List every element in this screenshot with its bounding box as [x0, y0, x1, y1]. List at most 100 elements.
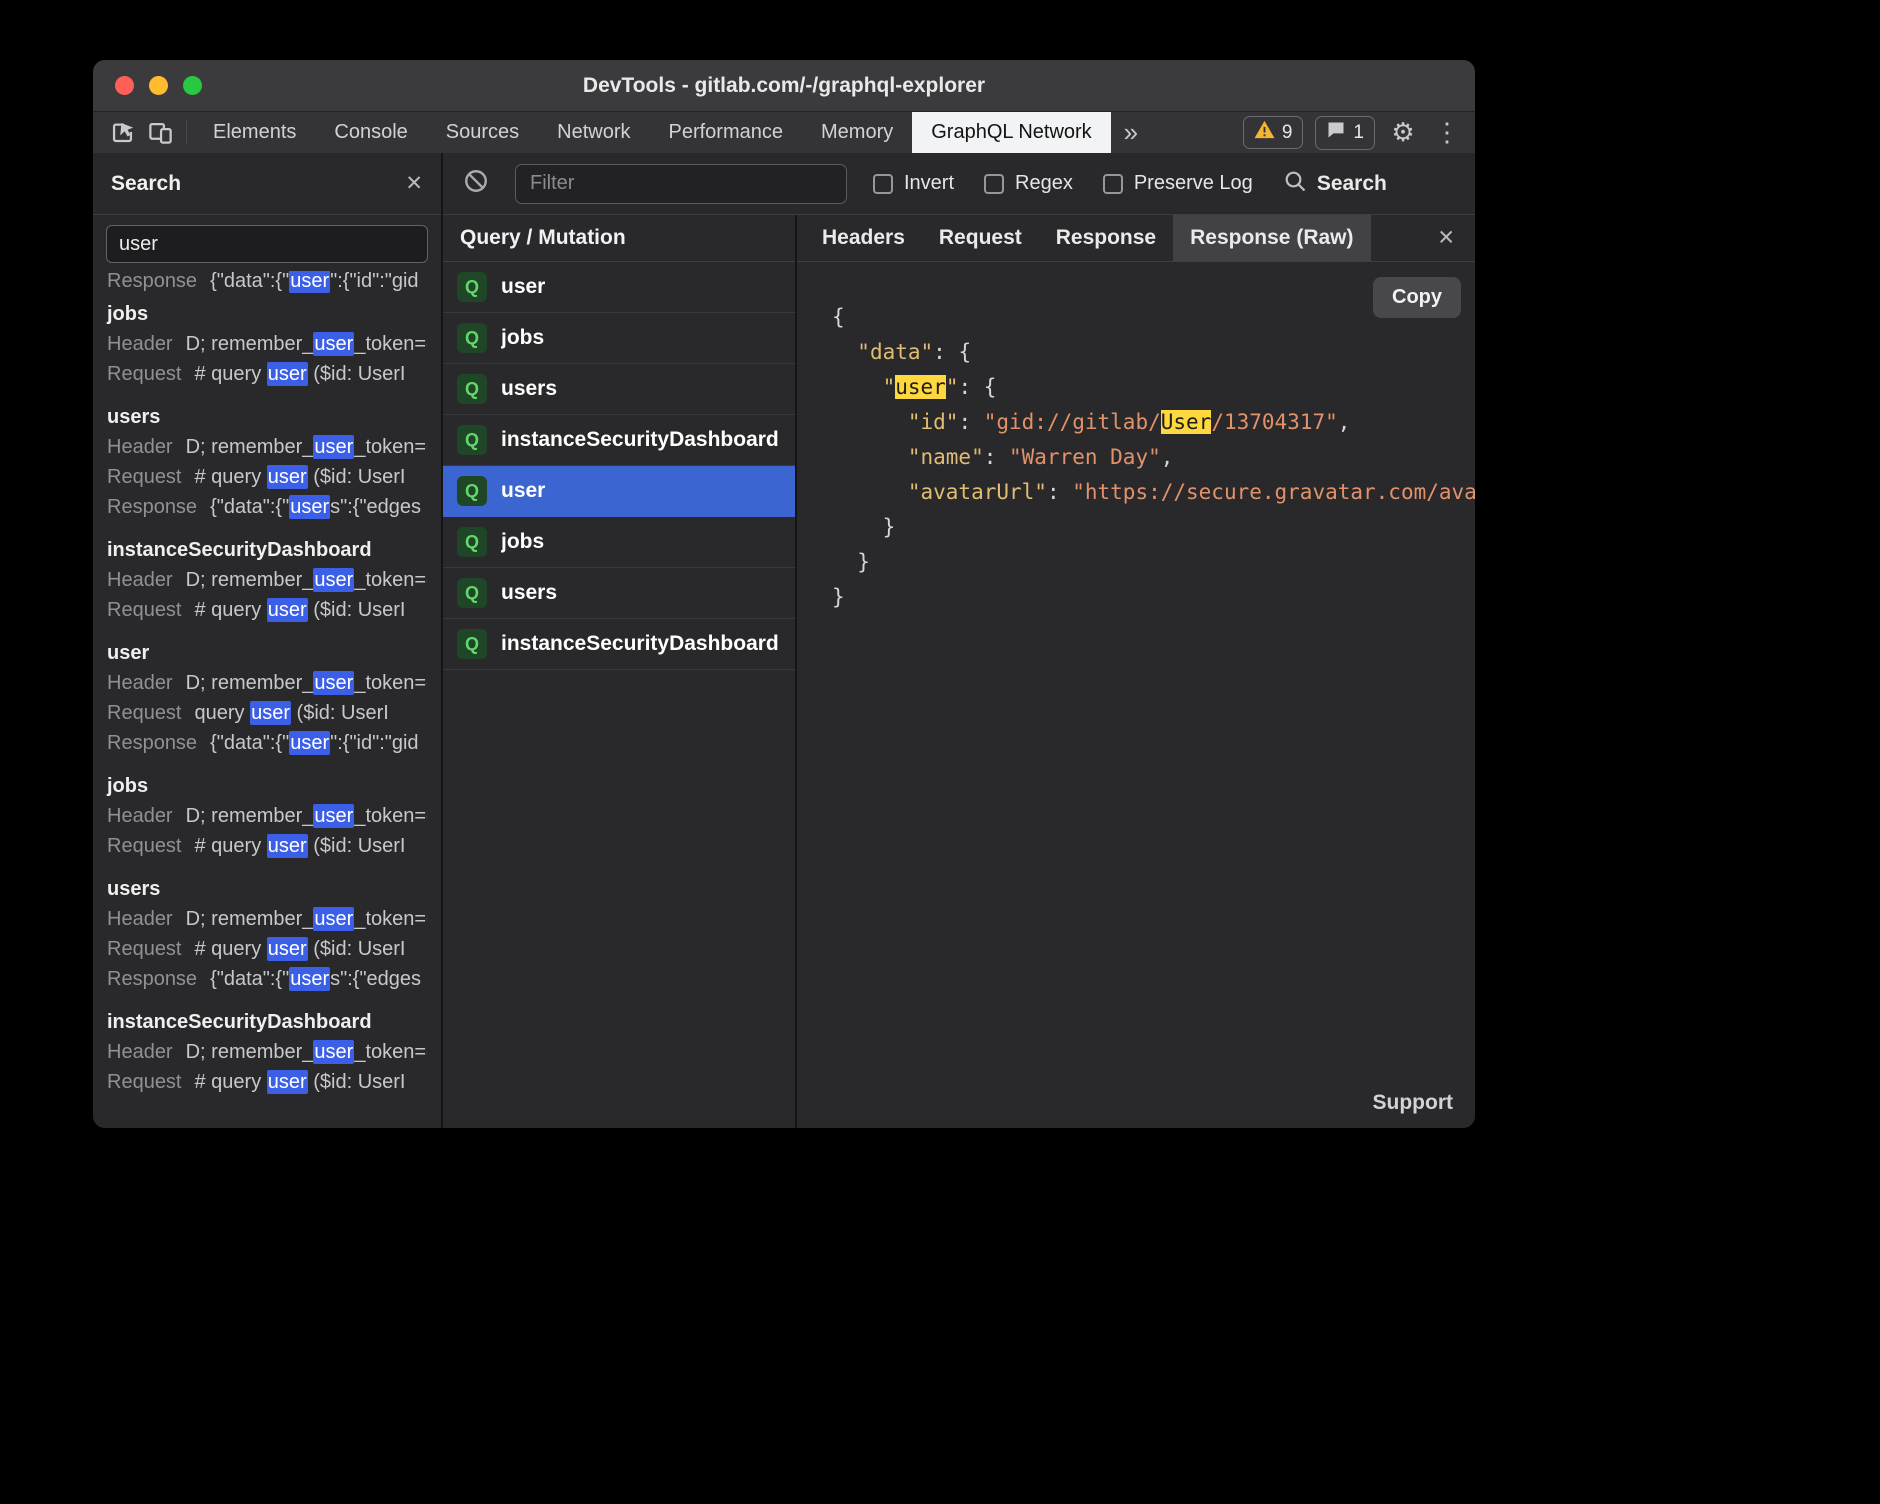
search-result-title[interactable]: instanceSecurityDashboard [107, 1007, 427, 1037]
search-match-highlight: user [313, 907, 354, 931]
code-token: : [984, 445, 1009, 469]
checkbox-box-preserve-log[interactable] [1103, 174, 1123, 194]
search-line-label: Header [107, 672, 173, 694]
support-link[interactable]: Support [1373, 1091, 1453, 1115]
search-result-line[interactable]: Request# query user ($id: UserI [107, 595, 427, 625]
query-list-item-jobs[interactable]: Qjobs [443, 313, 795, 364]
search-result-line[interactable]: HeaderD; remember_user_token=e [107, 904, 427, 934]
tab-network[interactable]: Network [538, 112, 649, 153]
more-options-icon[interactable]: ⋮ [1431, 117, 1463, 148]
close-detail-icon[interactable]: ✕ [1437, 226, 1455, 251]
copy-button[interactable]: Copy [1373, 277, 1461, 318]
code-token: { [832, 305, 845, 329]
inspect-element-icon[interactable] [103, 112, 141, 153]
query-list-item-instancesecuritydashboard[interactable]: QinstanceSecurityDashboard [443, 619, 795, 670]
tab-memory[interactable]: Memory [802, 112, 912, 153]
text-segment: D; remember_ [186, 436, 314, 458]
search-result-line[interactable]: Response{"data":{"users":{"edges [107, 964, 427, 994]
search-result-line[interactable]: HeaderD; remember_user_token=e [107, 801, 427, 831]
code-token: : { [958, 375, 996, 399]
search-result-line[interactable]: Request# query user ($id: UserI [107, 462, 427, 492]
search-result-line[interactable]: Response{"data":{"user":{"id":"gid [107, 728, 427, 758]
tab-sources[interactable]: Sources [427, 112, 538, 153]
code-line: "avatarUrl": "https://secure.gravatar.co… [832, 475, 1475, 510]
search-line-value: # query user ($id: UserI [195, 1070, 406, 1094]
query-item-label: jobs [501, 530, 544, 554]
query-item-label: users [501, 377, 557, 401]
search-line-value: D; remember_user_token=e [186, 804, 427, 828]
settings-gear-icon[interactable]: ⚙ [1387, 117, 1419, 148]
search-result-line[interactable]: HeaderD; remember_user_token=e [107, 432, 427, 462]
block-requests-icon[interactable] [463, 168, 489, 199]
search-result-group: instanceSecurityDashboardHeaderD; rememb… [107, 535, 427, 625]
search-result-line[interactable]: Request# query user ($id: UserI [107, 359, 427, 389]
query-list-item-users[interactable]: Qusers [443, 568, 795, 619]
close-search-panel-icon[interactable]: ✕ [405, 171, 423, 196]
detail-tab-request[interactable]: Request [922, 215, 1039, 261]
search-result-line[interactable]: Requestquery user ($id: UserI [107, 698, 427, 728]
query-list-item-user[interactable]: Quser [443, 466, 795, 517]
search-result-title[interactable]: instanceSecurityDashboard [107, 535, 427, 565]
checkbox-regex[interactable]: Regex [984, 172, 1073, 195]
search-result-line[interactable]: HeaderD; remember_user_token=e [107, 1037, 427, 1067]
query-mutation-panel: Query / Mutation QuserQjobsQusersQinstan… [443, 215, 797, 1128]
tab-performance[interactable]: Performance [650, 112, 803, 153]
close-window-button[interactable] [115, 76, 134, 95]
query-item-label: instanceSecurityDashboard [501, 632, 779, 656]
checkbox-box-invert[interactable] [873, 174, 893, 194]
search-line-label: Header [107, 569, 173, 591]
filter-input[interactable] [515, 164, 847, 204]
messages-badge[interactable]: 1 [1315, 116, 1375, 150]
search-result-line[interactable]: Response{"data":{"users":{"edges [107, 492, 427, 522]
query-type-icon: Q [457, 425, 487, 455]
search-result-line[interactable]: Request# query user ($id: UserI [107, 831, 427, 861]
issues-badge[interactable]: 9 [1243, 116, 1304, 149]
more-tabs-icon[interactable]: » [1111, 112, 1151, 153]
code-token [832, 445, 908, 469]
detail-tab-response[interactable]: Response [1039, 215, 1173, 261]
text-segment: ":{"id":"gid [330, 271, 418, 292]
query-list-item-instancesecuritydashboard[interactable]: QinstanceSecurityDashboard [443, 415, 795, 466]
search-toggle[interactable]: Search [1283, 169, 1387, 199]
tab-graphql-network[interactable]: GraphQL Network [912, 112, 1110, 153]
query-item-label: jobs [501, 326, 544, 350]
text-segment: {"data":{" [210, 732, 289, 754]
tab-elements[interactable]: Elements [194, 112, 315, 153]
devtools-toolbar: ElementsConsoleSourcesNetworkPerformance… [93, 112, 1475, 153]
search-result-line[interactable]: Request# query user ($id: UserI [107, 1067, 427, 1097]
query-list-item-jobs[interactable]: Qjobs [443, 517, 795, 568]
search-match-highlight: user [313, 568, 354, 592]
device-toolbar-icon[interactable] [141, 112, 179, 153]
traffic-lights [115, 60, 202, 111]
search-result-line[interactable]: HeaderD; remember_user_token=e [107, 329, 427, 359]
search-result-line[interactable]: Response{"data":{"user":{"id":"gid [107, 271, 427, 296]
code-token: "id" [908, 410, 959, 434]
zoom-window-button[interactable] [183, 76, 202, 95]
tab-console[interactable]: Console [315, 112, 426, 153]
search-result-line[interactable]: Request# query user ($id: UserI [107, 934, 427, 964]
search-match-highlight: user [267, 465, 308, 489]
code-block: { "data": { "user": { "id": "gid://gitla… [797, 262, 1475, 615]
detail-tabs: HeadersRequestResponseResponse (Raw) [805, 215, 1371, 261]
checkbox-invert[interactable]: Invert [873, 172, 954, 195]
search-result-title[interactable]: jobs [107, 299, 427, 329]
search-match-highlight: user [313, 332, 354, 356]
query-list-item-user[interactable]: Quser [443, 262, 795, 313]
checkbox-box-regex[interactable] [984, 174, 1004, 194]
query-panel-title: Query / Mutation [443, 215, 795, 262]
search-result-title[interactable]: users [107, 874, 427, 904]
search-result-line[interactable]: HeaderD; remember_user_token=e [107, 668, 427, 698]
search-result-title[interactable]: users [107, 402, 427, 432]
search-match-highlight: User [1161, 410, 1212, 434]
checkbox-preserve-log[interactable]: Preserve Log [1103, 172, 1253, 195]
search-input[interactable] [106, 225, 428, 263]
search-result-title[interactable]: jobs [107, 771, 427, 801]
search-result-line[interactable]: HeaderD; remember_user_token=e [107, 565, 427, 595]
detail-tab-headers[interactable]: Headers [805, 215, 922, 261]
search-line-label: Response [107, 271, 197, 292]
search-result-title[interactable]: user [107, 638, 427, 668]
query-list-item-users[interactable]: Qusers [443, 364, 795, 415]
toolbar-divider [186, 120, 187, 145]
minimize-window-button[interactable] [149, 76, 168, 95]
detail-tab-response-raw[interactable]: Response (Raw) [1173, 215, 1370, 261]
